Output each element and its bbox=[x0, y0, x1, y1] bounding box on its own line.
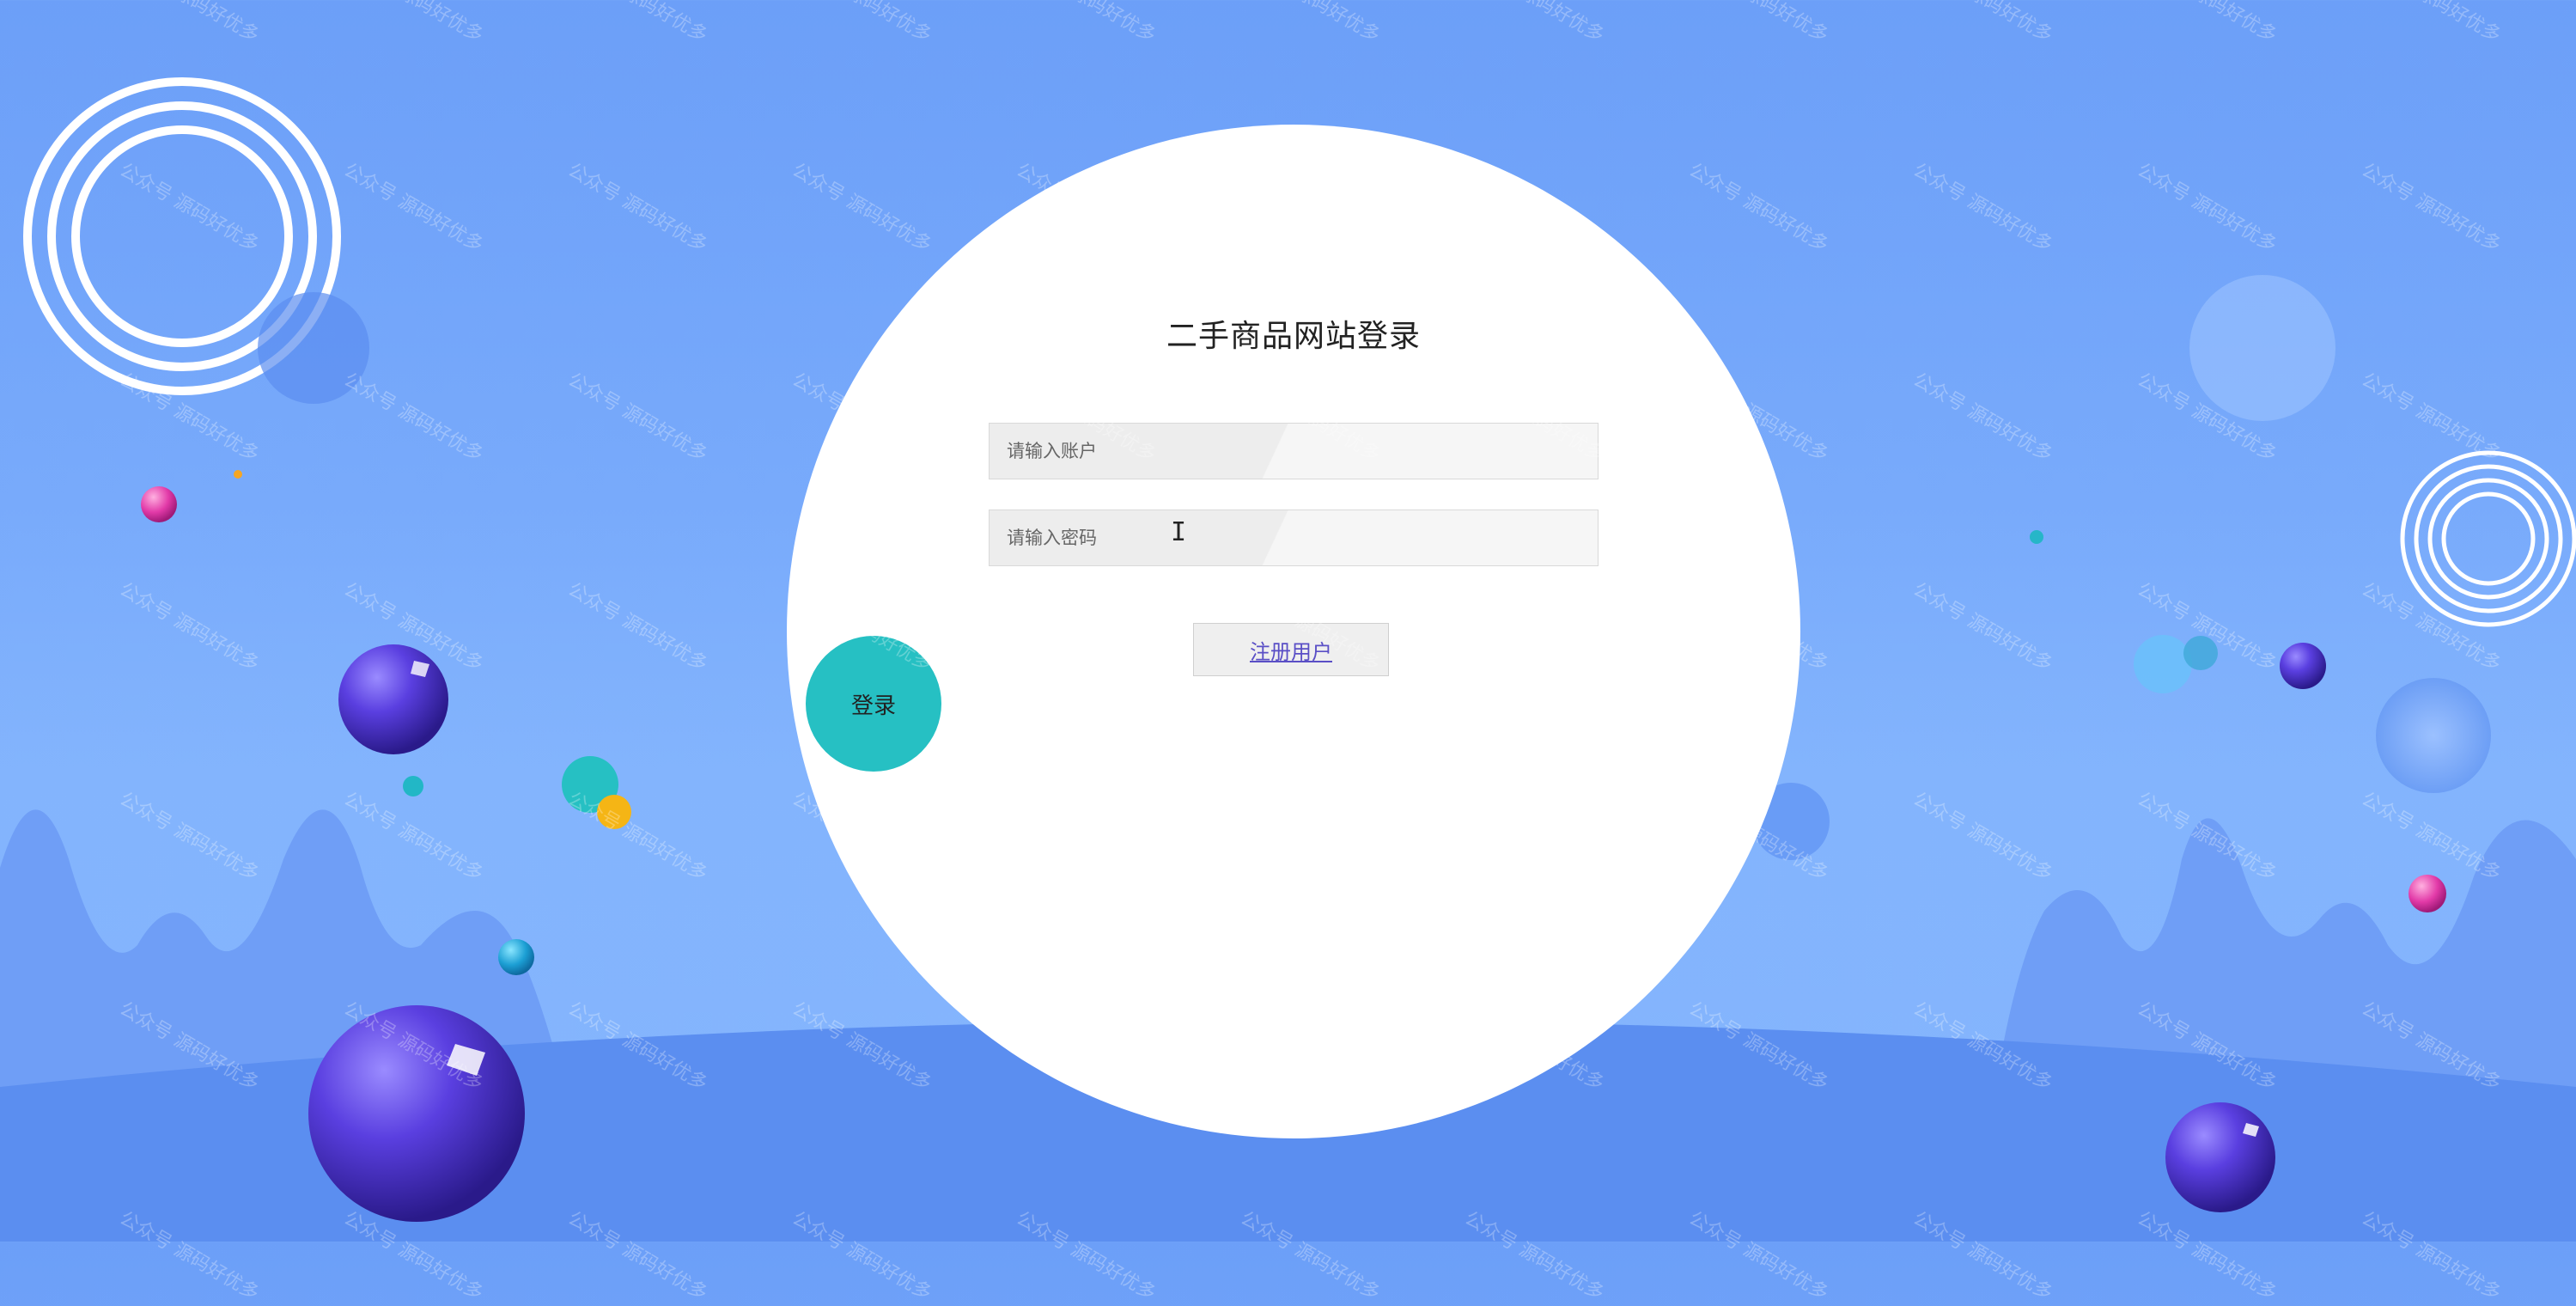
account-input[interactable] bbox=[1005, 423, 1598, 479]
password-input[interactable] bbox=[1005, 510, 1598, 566]
login-button[interactable]: 登录 bbox=[806, 636, 941, 772]
page-title: 二手商品网站登录 bbox=[1166, 319, 1421, 354]
password-field[interactable] bbox=[989, 510, 1599, 566]
text-cursor-icon: I bbox=[1171, 517, 1187, 547]
concentric-rings-right bbox=[2400, 450, 2576, 627]
register-button[interactable]: 注册用户 bbox=[1193, 623, 1389, 676]
register-link[interactable]: 注册用户 bbox=[1250, 635, 1332, 665]
account-field[interactable] bbox=[989, 423, 1599, 479]
